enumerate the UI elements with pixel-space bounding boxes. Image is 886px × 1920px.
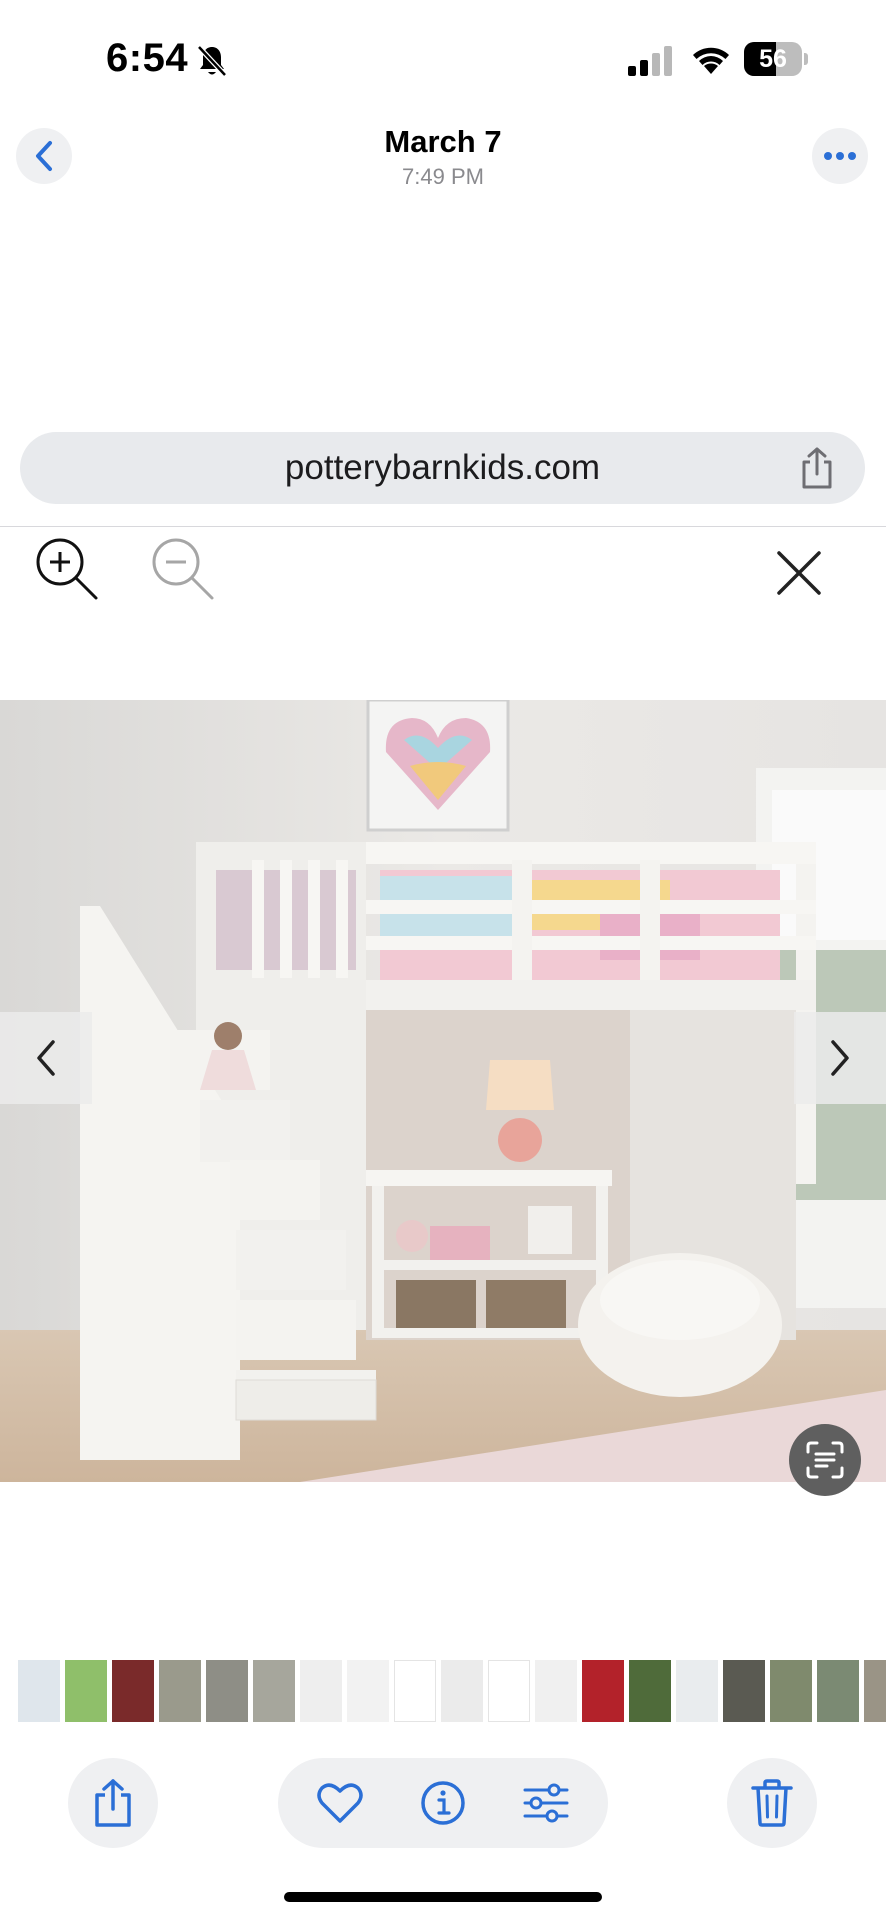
thumbnail[interactable] — [394, 1660, 436, 1722]
page-subtitle: 7:49 PM — [402, 164, 484, 189]
chevron-left-icon — [37, 1040, 55, 1076]
live-text-button[interactable] — [789, 1424, 861, 1496]
favorite-button[interactable] — [310, 1773, 370, 1833]
thumbnail[interactable] — [488, 1660, 530, 1722]
thumbnail[interactable] — [112, 1660, 154, 1722]
signal-icon — [628, 46, 672, 76]
trash-icon — [751, 1779, 793, 1827]
page-title: March 7 — [384, 124, 502, 159]
next-image-button[interactable] — [794, 1012, 886, 1104]
previous-image-button[interactable] — [0, 1012, 92, 1104]
battery-icon: 56 — [744, 42, 808, 76]
share-button[interactable] — [68, 1758, 158, 1848]
thumbnail[interactable] — [441, 1660, 483, 1722]
divider — [0, 526, 886, 527]
close-icon[interactable] — [774, 548, 824, 598]
delete-button[interactable] — [727, 1758, 817, 1848]
info-icon — [421, 1781, 465, 1825]
chevron-right-icon — [831, 1040, 849, 1076]
thumbnail[interactable] — [65, 1660, 107, 1722]
zoom-in-icon[interactable] — [32, 534, 102, 604]
battery-level: 56 — [759, 45, 787, 73]
thumbnail[interactable] — [300, 1660, 342, 1722]
live-text-icon — [806, 1441, 844, 1479]
thumbnail[interactable] — [582, 1660, 624, 1722]
thumbnail[interactable] — [159, 1660, 201, 1722]
loft-bed-photo — [0, 700, 886, 1482]
thumbnail[interactable] — [676, 1660, 718, 1722]
more-button[interactable] — [812, 128, 868, 184]
thumbnail[interactable] — [770, 1660, 812, 1722]
thumbnail[interactable] — [817, 1660, 859, 1722]
info-button[interactable] — [413, 1773, 473, 1833]
share-icon — [95, 1779, 131, 1827]
adjust-button[interactable] — [516, 1773, 576, 1833]
heart-icon — [317, 1783, 363, 1823]
thumbnail[interactable] — [18, 1660, 60, 1722]
thumbnail[interactable] — [723, 1660, 765, 1722]
thumbnail[interactable] — [535, 1660, 577, 1722]
thumbnail[interactable] — [206, 1660, 248, 1722]
thumbnail-strip[interactable] — [18, 1660, 886, 1722]
ellipsis-icon — [824, 152, 856, 160]
thumbnail[interactable] — [347, 1660, 389, 1722]
zoom-out-icon[interactable] — [148, 534, 218, 604]
thumbnail[interactable] — [253, 1660, 295, 1722]
thumbnail[interactable] — [629, 1660, 671, 1722]
bell-slash-icon — [197, 45, 227, 77]
sliders-icon — [523, 1783, 569, 1823]
share-icon[interactable] — [798, 446, 836, 490]
status-time: 6:54 — [106, 36, 189, 80]
wifi-icon — [693, 47, 729, 74]
home-indicator — [284, 1892, 602, 1902]
thumbnail[interactable] — [864, 1660, 886, 1722]
url-domain[interactable]: potterybarnkids.com — [20, 432, 865, 504]
photo-viewer[interactable] — [0, 700, 886, 1482]
